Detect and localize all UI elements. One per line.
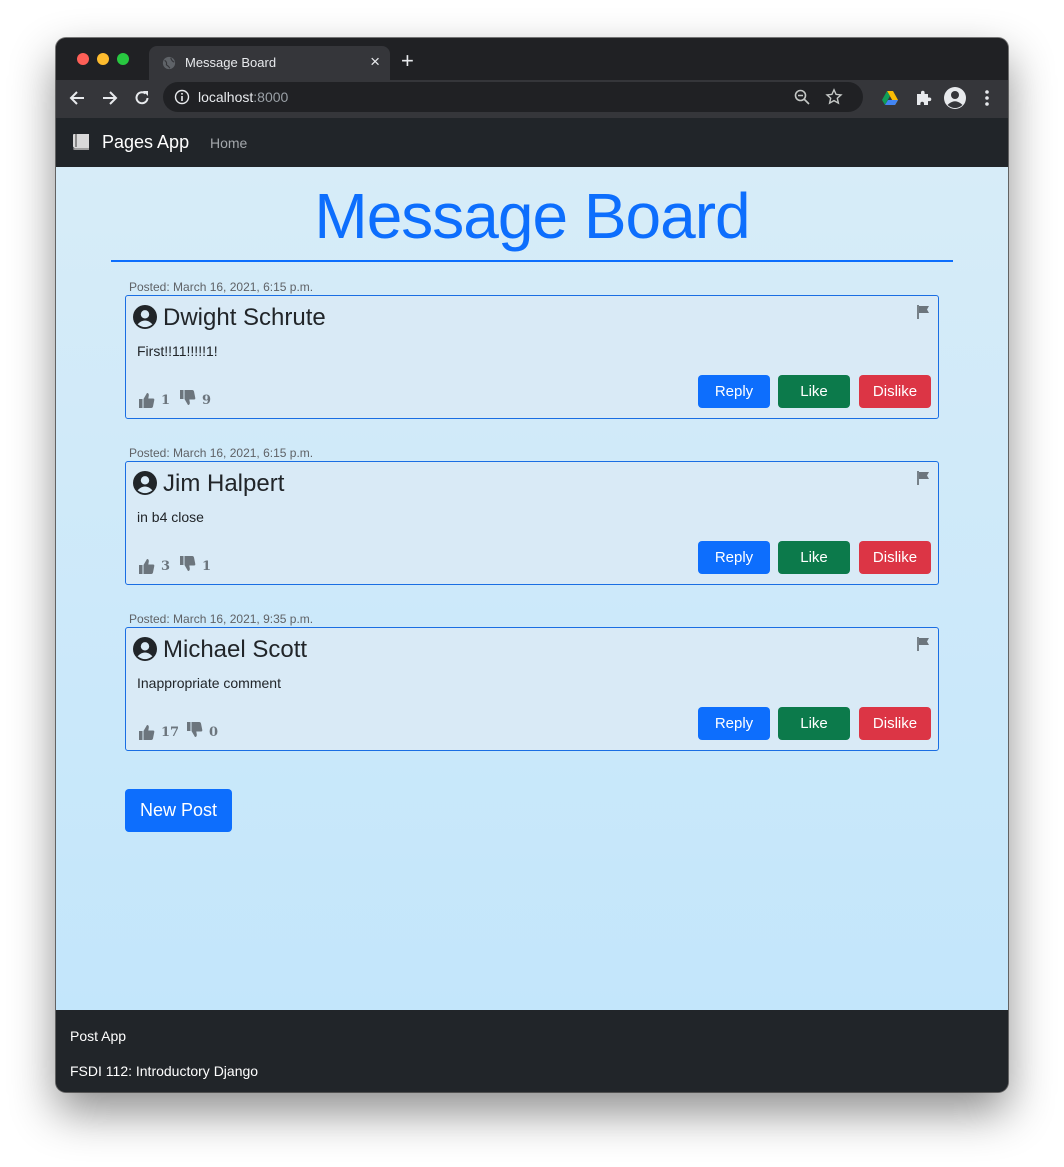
like-button[interactable]: Like [778,541,850,574]
post-card: Jim Halpert in b4 close 3 1 Reply Like D… [125,461,939,585]
post-author: Michael Scott [163,636,308,663]
user-avatar-icon [133,471,157,495]
browser-toolbar: localhost:8000 [56,80,1008,116]
dislike-count: 1 [202,559,212,574]
like-count: 17 [161,725,180,740]
thumbs-down-icon [187,722,203,737]
dislike-count: 9 [202,393,212,408]
post-message: Inappropriate comment [137,675,281,691]
globe-icon [162,56,176,70]
profile-avatar-icon[interactable] [943,86,967,110]
reply-button[interactable]: Reply [698,707,770,740]
page-title: Message Board [314,180,750,252]
post-card: Dwight Schrute First!!11!!!!!1! 1 9 Repl… [125,295,939,419]
post-card: Michael Scott Inappropriate comment 17 0… [125,627,939,751]
like-count: 1 [161,393,171,408]
post-message: in b4 close [137,509,204,525]
post-author: Dwight Schrute [163,304,326,331]
navbar-brand[interactable]: Pages App [102,132,189,153]
site-footer: Post App FSDI 112: Introductory Django [56,1010,1008,1092]
tab-strip: Message Board × + [56,38,1008,80]
thumbs-up-icon [139,559,155,574]
post-message: First!!11!!!!!1! [137,343,218,359]
user-avatar-icon [133,637,157,661]
google-drive-icon[interactable] [880,88,900,108]
tab-title: Message Board [185,55,277,70]
extensions-puzzle-icon[interactable] [913,88,933,108]
like-count: 3 [161,559,171,574]
close-window-button[interactable] [77,53,89,65]
like-button[interactable]: Like [778,375,850,408]
browser-tab[interactable]: Message Board × [149,46,390,80]
footer-course: FSDI 112: Introductory Django [70,1063,259,1079]
dislike-count: 0 [209,725,219,740]
reply-button[interactable]: Reply [698,375,770,408]
dislike-button[interactable]: Dislike [859,707,931,740]
flag-icon[interactable] [917,637,930,651]
maximize-window-button[interactable] [117,53,129,65]
main-content: Message Board Posted: March 16, 2021, 6:… [56,167,1008,1010]
like-button[interactable]: Like [778,707,850,740]
thumbs-down-icon [180,390,196,405]
dislike-button[interactable]: Dislike [859,375,931,408]
url-port: :8000 [253,89,289,105]
address-bar[interactable]: localhost:8000 [163,82,863,112]
thumbs-up-icon [139,725,155,740]
flag-icon[interactable] [917,471,930,485]
dislike-button[interactable]: Dislike [859,541,931,574]
book-logo-icon [73,134,89,150]
minimize-window-button[interactable] [97,53,109,65]
reload-icon[interactable] [132,88,152,108]
post-date: Posted: March 16, 2021, 6:15 p.m. [129,446,314,460]
footer-app-name: Post App [70,1028,127,1044]
new-tab-button[interactable]: + [401,50,414,72]
url-text: localhost:8000 [198,89,288,105]
zoom-out-icon[interactable] [793,88,811,106]
thumbs-down-icon [180,556,196,571]
url-host: localhost [198,89,254,105]
post-date: Posted: March 16, 2021, 9:35 p.m. [129,612,314,626]
reply-button[interactable]: Reply [698,541,770,574]
post-author: Jim Halpert [163,470,285,497]
nav-link-home[interactable]: Home [210,135,247,151]
post-date: Posted: March 16, 2021, 6:15 p.m. [129,280,314,294]
tab-close-icon[interactable]: × [370,52,380,72]
bookmark-star-icon[interactable] [825,88,843,106]
user-avatar-icon [133,305,157,329]
title-divider [111,260,953,262]
forward-arrow-icon[interactable] [100,88,120,108]
info-icon[interactable] [174,89,190,105]
flag-icon[interactable] [917,305,930,319]
site-navbar: Pages App Home [56,118,1008,167]
thumbs-up-icon [139,393,155,408]
new-post-button[interactable]: New Post [125,789,232,832]
more-menu-icon[interactable] [977,88,997,108]
back-arrow-icon[interactable] [67,88,87,108]
browser-window: Message Board × + localhost:8000 Pages A… [56,38,1008,1092]
